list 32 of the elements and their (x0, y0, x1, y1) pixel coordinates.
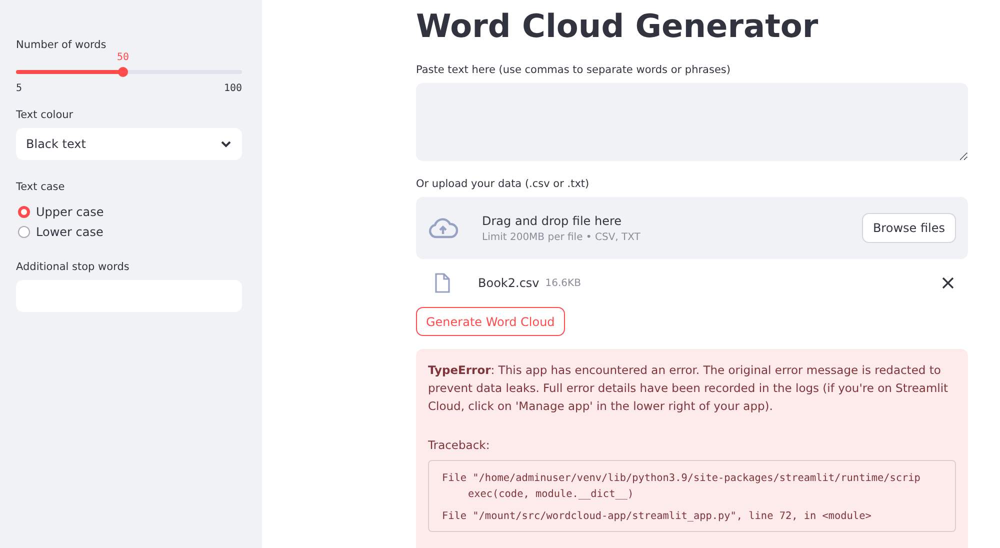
slider-value: 50 (117, 52, 130, 63)
stop-words-label: Additional stop words (16, 260, 130, 274)
text-area-label: Paste text here (use commas to separate words or phrases) (416, 63, 732, 77)
radio-button[interactable] (18, 226, 30, 238)
text-colour-select[interactable]: Black text (16, 128, 242, 160)
close-icon[interactable] (942, 277, 954, 289)
radio-button[interactable] (18, 206, 30, 218)
file-name: Book2.csv (478, 276, 540, 290)
upload-label: Or upload your data (.csv or .txt) (416, 177, 590, 191)
file-icon (434, 273, 450, 293)
file-dropzone[interactable]: Drag and drop file here Limit 200MB per file • CSV, TXT Browse files (416, 197, 968, 259)
page-title: Word Cloud Generator (416, 6, 820, 46)
traceback-line: exec(code, module.__dict__) (467, 488, 635, 502)
radio-label[interactable]: Upper case (36, 205, 104, 219)
browse-files-button[interactable]: Browse files (862, 213, 956, 243)
error-message: TypeError: This app has encountered an error. The original error message is redacted to prevent data leaks. Full error details have been recorded in the logs (if you're on Streamlit Cloud, click on 'Manage app' in the lower right of your app). (428, 362, 950, 415)
traceback-line: File "/mount/src/wordcloud-app/streamlit_app.py", line 72, in <module> (442, 510, 872, 524)
traceback-label: Traceback: (428, 438, 491, 452)
chevron-down-icon (220, 140, 232, 148)
file-size: 16.6KB (545, 278, 582, 288)
text-input-area[interactable] (416, 83, 968, 161)
slider-max: 100 (224, 83, 242, 94)
dropzone-instruction: Drag and drop file here (482, 214, 623, 228)
slider-min: 5 (16, 83, 22, 94)
radio-label[interactable]: Lower case (36, 225, 104, 239)
slider-label: Number of words (16, 38, 108, 52)
slider-thumb[interactable] (118, 67, 128, 77)
select-label: Text colour (16, 108, 74, 122)
radio-group-label: Text case (16, 180, 66, 194)
upload-limit-text: Limit 200MB per file • CSV, TXT (482, 232, 642, 242)
cloud-upload-icon (428, 217, 458, 239)
traceback-line: File "/home/adminuser/venv/lib/python3.9/site-packages/streamlit/runtime/scrip (442, 472, 922, 486)
